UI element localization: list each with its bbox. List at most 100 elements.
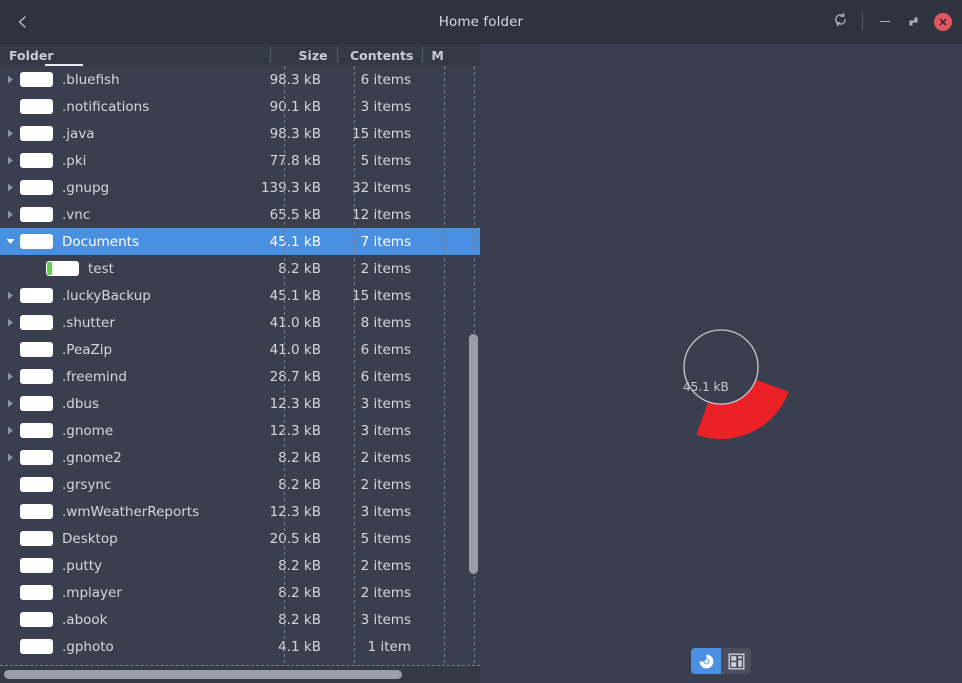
row-size-label: 8.2 kB	[278, 260, 321, 277]
folder-icon	[20, 450, 53, 465]
column-header-size[interactable]: Size	[269, 44, 337, 66]
ring-chart[interactable]	[480, 44, 962, 683]
folder-rows: .bluefish 98.3 kB 6 items .notifications 90.…	[0, 66, 480, 660]
row-size-label: 8.2 kB	[278, 449, 321, 466]
maximize-button[interactable]	[900, 9, 926, 35]
table-row[interactable]: .luckyBackup 45.1 kB 15 items	[0, 282, 480, 309]
row-size-label: 28.7 kB	[269, 368, 321, 385]
table-row[interactable]: .gnupg 139.3 kB 32 items	[0, 174, 480, 201]
table-row[interactable]: .putty 8.2 kB 2 items	[0, 552, 480, 579]
folder-accent-bar	[47, 262, 52, 275]
table-row[interactable]: .shutter 41.0 kB 8 items	[0, 309, 480, 336]
row-name-label: .notifications	[62, 98, 150, 115]
column-header-contents[interactable]: Contents	[336, 44, 423, 66]
table-row[interactable]: .PeaZip 41.0 kB 6 items	[0, 336, 480, 363]
row-name-cell: .wmWeatherReports	[0, 504, 260, 520]
row-name-label: .mplayer	[62, 584, 122, 601]
treemap-view-button[interactable]	[721, 648, 751, 674]
table-row[interactable]: Documents 45.1 kB 7 items	[0, 228, 480, 255]
vertical-scrollbar[interactable]	[469, 66, 478, 665]
row-size-label: 8.2 kB	[278, 476, 321, 493]
row-size-label: 41.0 kB	[269, 314, 321, 331]
window-controls	[827, 0, 954, 43]
table-row[interactable]: test 8.2 kB 2 items	[0, 255, 480, 282]
chevron-right-icon[interactable]	[0, 183, 20, 192]
table-row[interactable]: .gnome2 8.2 kB 2 items	[0, 444, 480, 471]
table-row[interactable]: .gnome 12.3 kB 3 items	[0, 417, 480, 444]
ring-chart-pane: 45.1 kB	[480, 44, 962, 683]
table-row[interactable]: .gphoto 4.1 kB 1 item	[0, 633, 480, 660]
row-name-label: test	[88, 260, 114, 277]
folder-icon	[20, 369, 53, 384]
folder-icon	[20, 126, 53, 141]
column-header-row: Folder Size Contents M	[0, 44, 480, 66]
minimize-button[interactable]	[872, 9, 898, 35]
row-name-label: Documents	[62, 233, 139, 250]
table-row[interactable]: .abook 8.2 kB 3 items	[0, 606, 480, 633]
ring-chart-view-button[interactable]	[691, 648, 721, 674]
table-row[interactable]: .vnc 65.5 kB 12 items	[0, 201, 480, 228]
chevron-right-icon[interactable]	[0, 399, 20, 408]
row-name-cell: .PeaZip	[0, 342, 260, 358]
row-name-label: .PeaZip	[62, 341, 113, 358]
row-contents-label: 8 items	[360, 314, 411, 331]
row-name-cell: .gnupg	[0, 180, 260, 196]
row-name-label: .gnupg	[62, 179, 110, 196]
table-row[interactable]: .dbus 12.3 kB 3 items	[0, 390, 480, 417]
row-size-label: 4.1 kB	[278, 638, 321, 655]
table-row[interactable]: .freemind 28.7 kB 6 items	[0, 363, 480, 390]
close-button[interactable]	[934, 12, 952, 31]
back-button[interactable]	[0, 0, 44, 44]
chevron-right-icon[interactable]	[0, 291, 20, 300]
table-row[interactable]: .notifications 90.1 kB 3 items	[0, 93, 480, 120]
chevron-right-icon[interactable]	[0, 426, 20, 435]
folder-icon	[20, 639, 53, 654]
row-name-label: .gphoto	[62, 638, 114, 655]
horizontal-scrollbar-thumb[interactable]	[4, 670, 402, 679]
chevron-right-icon[interactable]	[0, 156, 20, 165]
table-row[interactable]: .bluefish 98.3 kB 6 items	[0, 66, 480, 93]
chevron-right-icon[interactable]	[0, 372, 20, 381]
row-name-cell: .gnome	[0, 423, 260, 439]
folder-icon	[20, 315, 53, 330]
table-row[interactable]: .mplayer 8.2 kB 2 items	[0, 579, 480, 606]
chevron-right-icon[interactable]	[0, 318, 20, 327]
close-icon	[938, 17, 948, 27]
folder-icon	[20, 180, 53, 195]
row-name-label: .bluefish	[62, 71, 120, 88]
row-size-label: 41.0 kB	[269, 341, 321, 358]
table-row[interactable]: .grsync 8.2 kB 2 items	[0, 471, 480, 498]
column-header-folder[interactable]: Folder	[0, 44, 270, 66]
row-name-label: .wmWeatherReports	[62, 503, 200, 520]
chevron-right-icon[interactable]	[0, 453, 20, 462]
app-window: Home folder Folder Size Contents M .blue…	[0, 0, 962, 683]
row-contents-label: 7 items	[360, 233, 411, 250]
folder-icon	[20, 396, 53, 411]
row-size-label: 12.3 kB	[269, 422, 321, 439]
folder-icon	[20, 558, 53, 573]
row-contents-label: 1 item	[367, 638, 411, 655]
column-header-modified[interactable]: M	[422, 44, 480, 66]
table-row[interactable]: .wmWeatherReports 12.3 kB 3 items	[0, 498, 480, 525]
row-contents-label: 5 items	[360, 530, 411, 547]
chevron-right-icon[interactable]	[0, 210, 20, 219]
chevron-down-icon[interactable]	[0, 238, 20, 245]
chevron-right-icon[interactable]	[0, 129, 20, 138]
row-name-cell: .dbus	[0, 396, 260, 412]
row-contents-label: 3 items	[360, 611, 411, 628]
row-name-label: .luckyBackup	[62, 287, 151, 304]
row-contents-label: 15 items	[351, 125, 411, 142]
row-contents-label: 6 items	[360, 368, 411, 385]
row-size-label: 90.1 kB	[269, 98, 321, 115]
table-row[interactable]: .pki 77.8 kB 5 items	[0, 147, 480, 174]
row-size-label: 8.2 kB	[278, 584, 321, 601]
row-name-label: .freemind	[62, 368, 127, 385]
folder-icon	[20, 342, 53, 357]
chevron-right-icon[interactable]	[0, 75, 20, 84]
horizontal-scrollbar[interactable]	[0, 665, 480, 683]
vertical-scrollbar-thumb[interactable]	[469, 334, 478, 574]
table-row[interactable]: .java 98.3 kB 15 items	[0, 120, 480, 147]
table-row[interactable]: Desktop 20.5 kB 5 items	[0, 525, 480, 552]
row-contents-label: 2 items	[360, 449, 411, 466]
refresh-button[interactable]	[827, 9, 853, 35]
